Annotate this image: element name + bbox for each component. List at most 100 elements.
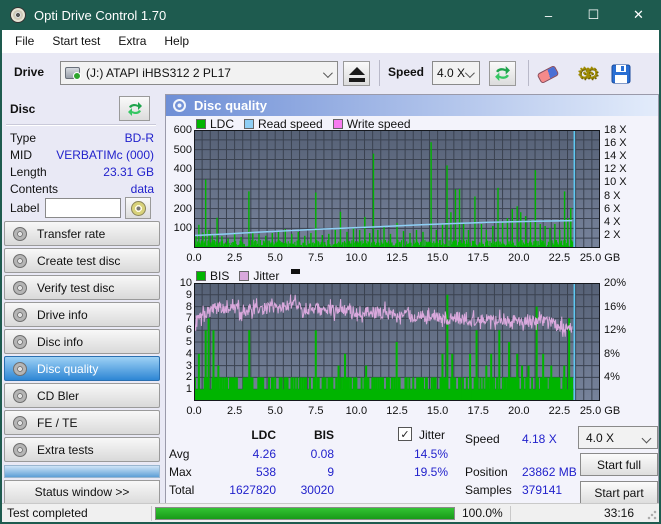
maximize-button[interactable]: ☐ [571, 2, 616, 30]
jitter-checkbox[interactable]: ✓ [398, 427, 412, 441]
label-row: Label [10, 197, 154, 219]
legend-swatch-read-speed [244, 118, 255, 129]
sidebar-item-fe-te[interactable]: FE / TE [4, 410, 160, 435]
progress-percent: 100.0% [462, 506, 503, 520]
max-ldc-value: 538 [255, 465, 276, 479]
status-text: Test completed [7, 506, 88, 520]
menu-item-file[interactable]: File [6, 31, 43, 51]
test-speed-value: 4.0 X [586, 430, 615, 445]
menu-item-start-test[interactable]: Start test [43, 31, 109, 51]
ldc-column-header: LDC [251, 428, 276, 442]
legend-label: BIS [210, 268, 230, 283]
axis-tick: 8% [604, 347, 620, 360]
eject-button[interactable] [343, 61, 370, 86]
label-input[interactable] [45, 198, 122, 218]
axis-tick: 10 [179, 277, 192, 289]
samples-stat-value: 379141 [522, 483, 563, 497]
refresh-icon [127, 101, 142, 116]
chart1-legend: LDC Read speed Write speed [196, 116, 421, 131]
legend-swatch-write-speed [332, 118, 343, 129]
ldc-read-write-chart [194, 130, 600, 248]
sidebar-item-label: Create test disc [37, 253, 121, 268]
label-field-caption: Label [10, 201, 40, 215]
axis-tick: 7 [185, 312, 192, 325]
start-part-button[interactable]: Start part [580, 481, 658, 504]
progress-fill [156, 508, 454, 519]
sidebar-item-transfer-rate[interactable]: Transfer rate [4, 221, 160, 246]
save-icon [611, 64, 631, 84]
avg-row-label: Avg [169, 447, 190, 461]
speed-label: Speed [388, 65, 425, 79]
disc-refresh-button[interactable] [119, 96, 150, 121]
total-ldc-value: 1627820 [229, 483, 276, 497]
axis-tick: 9 [185, 288, 192, 301]
sidebar-item-disc-info[interactable]: Disc info [4, 329, 160, 354]
divider [6, 124, 156, 126]
sidebar-item-label: Verify test disc [37, 280, 115, 295]
disc-row-type: Type BD-R [10, 129, 154, 146]
sidebar-item-disc-quality[interactable]: Disc quality [4, 356, 160, 381]
toolbar-separator [379, 60, 380, 86]
axis-tick: 20% [604, 277, 627, 289]
title-bar: Opti Drive Control 1.70 – ☐ ✕ [2, 2, 659, 30]
axis-tick: 10 X [604, 176, 627, 189]
disc-icon [13, 442, 27, 457]
erase-disc-button[interactable] [536, 62, 560, 86]
settings-button[interactable]: ⚙⚙ [572, 62, 600, 86]
axis-tick: 200 [173, 202, 192, 215]
axis-tick: 25.0 GB [579, 405, 621, 417]
disc-label-button[interactable] [125, 197, 152, 219]
drive-select[interactable]: (J:) ATAPI iHBS312 2 PL17 [60, 61, 338, 85]
sidebar-item-drive-info[interactable]: Drive info [4, 302, 160, 327]
axis-tick: 4 [185, 347, 192, 360]
axis-tick: 300 [173, 183, 192, 195]
sidebar-item-label: Transfer rate [37, 226, 106, 241]
disc-row-value: VERBATIMc (000) [56, 147, 154, 162]
refresh-drives-button[interactable] [489, 61, 516, 86]
axis-tick: 4% [604, 371, 620, 384]
disc-row-value: BD-R [124, 130, 154, 145]
resize-grip[interactable] [647, 510, 657, 520]
panel-header: Disc quality [166, 95, 658, 116]
total-bis-value: 30020 [300, 483, 334, 497]
axis-tick: 400 [173, 163, 192, 176]
samples-stat-label: Samples [465, 483, 512, 497]
axis-tick: 2 [185, 371, 192, 384]
sidebar-item-cd-bler[interactable]: CD Bler [4, 383, 160, 408]
position-stat-label: Position [465, 465, 508, 479]
axis-tick: 2 X [604, 228, 621, 241]
test-speed-select[interactable]: 4.0 X [578, 426, 658, 449]
start-full-button[interactable]: Start full [580, 453, 658, 476]
menu-item-help[interactable]: Help [155, 31, 198, 51]
chevron-down-icon [322, 68, 333, 79]
speed-select[interactable]: 4.0 X [432, 61, 480, 85]
disc-row-value: 23.31 GB [103, 164, 154, 179]
sidebar-item-label: FE / TE [37, 415, 78, 430]
minimize-button[interactable]: – [526, 2, 571, 30]
legend-label: Read speed [258, 116, 323, 131]
save-button[interactable] [609, 62, 633, 86]
axis-tick: 12 X [604, 163, 627, 176]
sidebar-item-create-test-disc[interactable]: Create test disc [4, 248, 160, 273]
total-row-label: Total [169, 483, 195, 497]
menu-item-extra[interactable]: Extra [109, 31, 155, 51]
avg-jitter-value: 14.5% [413, 447, 448, 461]
status-window-label: Status window >> [34, 485, 130, 499]
menu-bar: File Start test Extra Help [2, 30, 659, 53]
sidebar-item-label: Extra tests [37, 442, 94, 457]
sidebar-item-verify-test-disc[interactable]: Verify test disc [4, 275, 160, 300]
jitter-column-header: Jitter [419, 428, 446, 442]
panel-title: Disc quality [194, 98, 267, 113]
status-window-button[interactable]: Status window >> [4, 480, 160, 504]
sidebar-item-extra-tests[interactable]: Extra tests [4, 437, 160, 462]
elapsed-time: 33:16 [603, 506, 634, 520]
divider [151, 506, 152, 521]
chevron-down-icon [464, 68, 475, 79]
divider [510, 506, 511, 521]
close-button[interactable]: ✕ [616, 2, 659, 30]
axis-tick: 5 [185, 336, 192, 348]
axis-tick: 18 X [604, 124, 627, 136]
legend-marker [291, 269, 301, 274]
axis-tick: 4 X [604, 215, 621, 228]
axis-tick: 500 [173, 143, 192, 156]
